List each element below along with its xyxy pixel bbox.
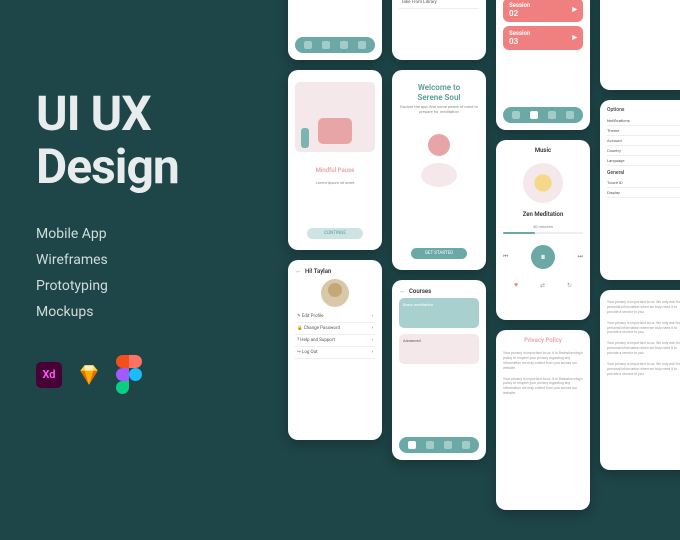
tab-icon bbox=[426, 441, 434, 449]
continue-button: CONTINUE bbox=[307, 228, 363, 239]
section-heading: General bbox=[607, 170, 680, 176]
tab-icon bbox=[512, 111, 520, 119]
tab-icon bbox=[358, 41, 366, 49]
tab-icon bbox=[444, 441, 452, 449]
menu-item: ✎ Edit Profile› bbox=[295, 311, 375, 323]
settings-item: Display› bbox=[607, 188, 680, 198]
greeting: Hi! Taylan bbox=[305, 268, 331, 275]
shuffle-icon: ⇄ bbox=[540, 282, 545, 289]
phone-text-page: Your privacy is important to us. We only… bbox=[600, 290, 680, 470]
phone-text-cropped: Your privacy is important to us. We only… bbox=[600, 0, 680, 90]
option-item: Take From Library bbox=[399, 0, 479, 9]
body-text: Your privacy is important to us. It is B… bbox=[503, 377, 583, 397]
progress-bar bbox=[503, 232, 583, 234]
get-started-button: GET STARTED bbox=[411, 248, 467, 259]
player-controls: ⏮ ⏸ ⏭ bbox=[503, 241, 583, 273]
settings-item: Account› bbox=[607, 136, 680, 146]
headline: UI UX Design bbox=[36, 88, 286, 194]
phone-courses: ←Courses Basic meditation Advanced bbox=[392, 280, 486, 460]
adobe-xd-icon: Xd bbox=[36, 362, 62, 388]
screen-title: Mindful Pause bbox=[295, 167, 375, 174]
tab-icon bbox=[462, 441, 470, 449]
settings-item: Language› bbox=[607, 156, 680, 166]
menu-item: ↪ Log Out› bbox=[295, 347, 375, 359]
sketch-icon bbox=[76, 362, 102, 388]
phone-settings: Options Notifications› Theme› Account› C… bbox=[600, 100, 680, 280]
settings-item: Notifications› bbox=[607, 116, 680, 126]
session-badge: Session02▶ bbox=[503, 0, 583, 22]
mockup-column: Courses What is Meditation? Lorem ipsum … bbox=[496, 0, 590, 540]
back-icon: ← bbox=[399, 287, 406, 295]
section-heading: Options bbox=[607, 107, 680, 113]
phone-welcome: Welcome to Serene Soul Explore the app, … bbox=[392, 70, 486, 270]
mockup-column: Full Name Username Email Address Mindful… bbox=[288, 0, 382, 540]
menu-item: 🔒 Change Password› bbox=[295, 323, 375, 335]
back-icon: ← bbox=[295, 267, 302, 275]
tab-icon bbox=[530, 111, 538, 119]
tab-icon bbox=[548, 111, 556, 119]
tab-icon bbox=[408, 441, 416, 449]
tab-icon bbox=[566, 111, 574, 119]
course-card: Advanced bbox=[399, 334, 479, 364]
figma-icon bbox=[116, 362, 142, 388]
repeat-icon: ↻ bbox=[567, 282, 572, 289]
phone-mindful-pause: Mindful Pause Lorem ipsum sit amet CONTI… bbox=[288, 70, 382, 250]
phone-sessions: Courses What is Meditation? Lorem ipsum … bbox=[496, 0, 590, 130]
avatar bbox=[321, 279, 349, 307]
body-text: Your privacy is important to us. We only… bbox=[607, 321, 680, 336]
mockup-column: Your privacy is important to us. We only… bbox=[600, 0, 680, 540]
promo-canvas: UI UX Design Mobile App Wireframes Proto… bbox=[0, 0, 680, 510]
next-icon: ⏭ bbox=[578, 253, 583, 261]
tabbar bbox=[503, 107, 583, 123]
service-item: Mobile App bbox=[36, 226, 286, 242]
phone-mockups-grid: Full Name Username Email Address Mindful… bbox=[288, 0, 680, 540]
illustration bbox=[295, 82, 375, 152]
tabbar bbox=[295, 37, 375, 53]
phone-form: Full Name Username Email Address bbox=[288, 0, 382, 60]
service-item: Wireframes bbox=[36, 252, 286, 268]
illustration bbox=[399, 119, 479, 191]
phone-change-photo: ←Change Profile Photo Upload Take From L… bbox=[392, 0, 486, 60]
services-list: Mobile App Wireframes Prototyping Mockup… bbox=[36, 226, 286, 320]
phone-music-player: Music Zen Meditation 40 minutes ⏮ ⏸ ⏭ ♥ … bbox=[496, 140, 590, 320]
tab-icon bbox=[340, 41, 348, 49]
body-text: Your privacy is important to us. We only… bbox=[607, 341, 680, 356]
heart-icon: ♥ bbox=[514, 281, 518, 289]
settings-item: Theme› bbox=[607, 126, 680, 136]
welcome-subtitle: Explore the app, find some peace of mind… bbox=[399, 104, 479, 114]
body-text: Your privacy is important to us. It is B… bbox=[503, 351, 583, 371]
tabbar bbox=[399, 437, 479, 453]
pause-button: ⏸ bbox=[531, 245, 555, 269]
body-text: Your privacy is important to us. We only… bbox=[607, 300, 680, 315]
body-text: Your privacy is important to us. We only… bbox=[607, 362, 680, 377]
tab-icon bbox=[304, 41, 312, 49]
tab-icon bbox=[322, 41, 330, 49]
mockup-column: ←Change Profile Photo Upload Take From L… bbox=[392, 0, 486, 540]
track-title: Zen Meditation bbox=[503, 211, 583, 218]
album-art bbox=[523, 163, 563, 203]
screen-title: Courses bbox=[409, 288, 431, 295]
session-badge: Session03▶ bbox=[503, 26, 583, 50]
screen-title: Privacy Policy bbox=[503, 337, 583, 344]
settings-item: Touch ID› bbox=[607, 178, 680, 188]
settings-item: Country› bbox=[607, 146, 680, 156]
screen-title: Music bbox=[503, 147, 583, 154]
welcome-title: Welcome to Serene Soul bbox=[399, 83, 479, 102]
menu-item: ? Help and Support› bbox=[295, 335, 375, 347]
phone-privacy: Privacy Policy Your privacy is important… bbox=[496, 330, 590, 510]
service-item: Prototyping bbox=[36, 278, 286, 294]
service-item: Mockups bbox=[36, 304, 286, 320]
left-content: UI UX Design Mobile App Wireframes Proto… bbox=[36, 88, 286, 388]
phone-user-profile: ←Hi! Taylan ✎ Edit Profile› 🔒 Change Pas… bbox=[288, 260, 382, 440]
track-artist: 40 minutes bbox=[503, 224, 583, 229]
course-card: Basic meditation bbox=[399, 298, 479, 328]
prev-icon: ⏮ bbox=[503, 253, 508, 261]
tools-row: Xd bbox=[36, 362, 286, 388]
